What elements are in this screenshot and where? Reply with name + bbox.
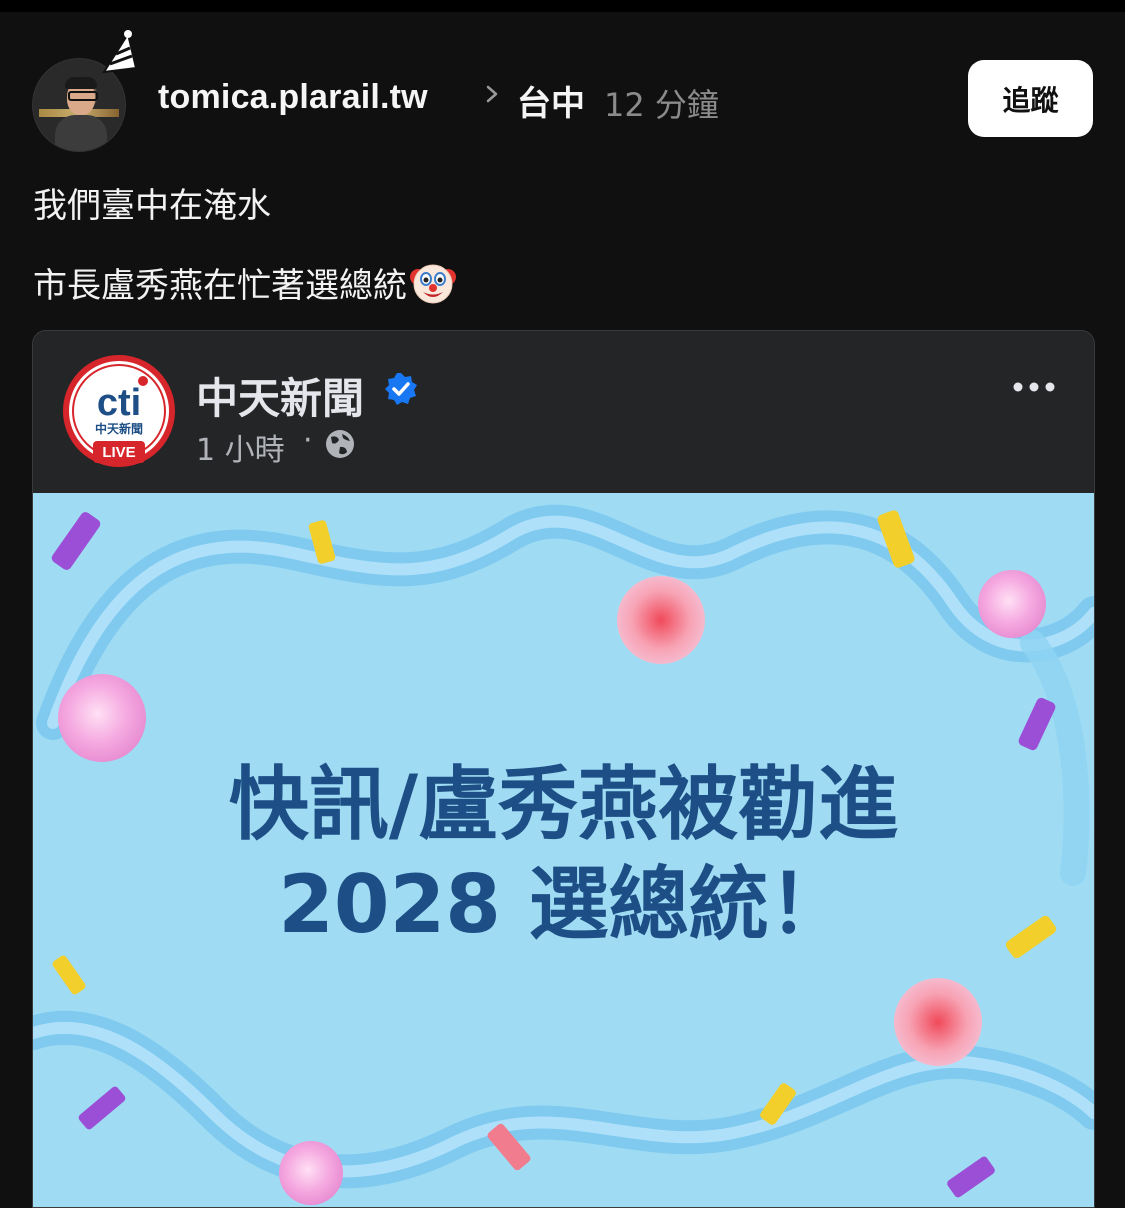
cti-logo-subtext: 中天新聞 — [95, 421, 143, 436]
post-text-line-2: 市長盧秀燕在忙著選總統 — [33, 258, 457, 307]
chevron-right-icon — [486, 85, 498, 103]
promo-image[interactable]: 快訊/盧秀燕被勸進 2028 選總統！ — [33, 493, 1094, 1207]
username[interactable]: tomica.plarail.tw — [158, 78, 428, 117]
separator-dot: · — [303, 423, 313, 458]
cti-logo-text: cti — [97, 382, 141, 424]
shared-post-card[interactable]: cti 中天新聞 LIVE 中天新聞 1 小時 · 快訊/盧秀燕被勸進 2028… — [32, 330, 1095, 1208]
post-time: 12 分鐘 — [604, 86, 719, 124]
post-text-line-1: 我們臺中在淹水 — [33, 186, 271, 226]
more-options-icon[interactable] — [1011, 379, 1057, 395]
top-bar — [0, 0, 1125, 12]
follow-button[interactable]: 追蹤 — [968, 60, 1093, 137]
promo-headline: 快訊/盧秀燕被勸進 2028 選總統！ — [33, 755, 1094, 955]
clown-emoji-icon — [410, 264, 456, 303]
location-tag[interactable]: 台中 — [517, 76, 585, 125]
shared-post-time: 1 小時 — [196, 433, 285, 468]
headline-line-1: 快訊/盧秀燕被勸進 — [228, 758, 899, 851]
headline-line-2: 2028 選總統！ — [278, 858, 849, 951]
page-name[interactable]: 中天新聞 — [196, 365, 364, 426]
cti-logo[interactable]: cti 中天新聞 LIVE — [63, 355, 175, 467]
live-badge: LIVE — [102, 444, 135, 461]
shared-post-header: cti 中天新聞 LIVE 中天新聞 1 小時 · — [33, 331, 1094, 493]
avatar[interactable] — [32, 30, 138, 152]
globe-icon — [326, 430, 354, 458]
post-text-line-2-label: 市長盧秀燕在忙著選總統 — [33, 266, 407, 306]
verified-badge-icon — [385, 373, 417, 405]
party-hat-icon — [102, 30, 138, 74]
